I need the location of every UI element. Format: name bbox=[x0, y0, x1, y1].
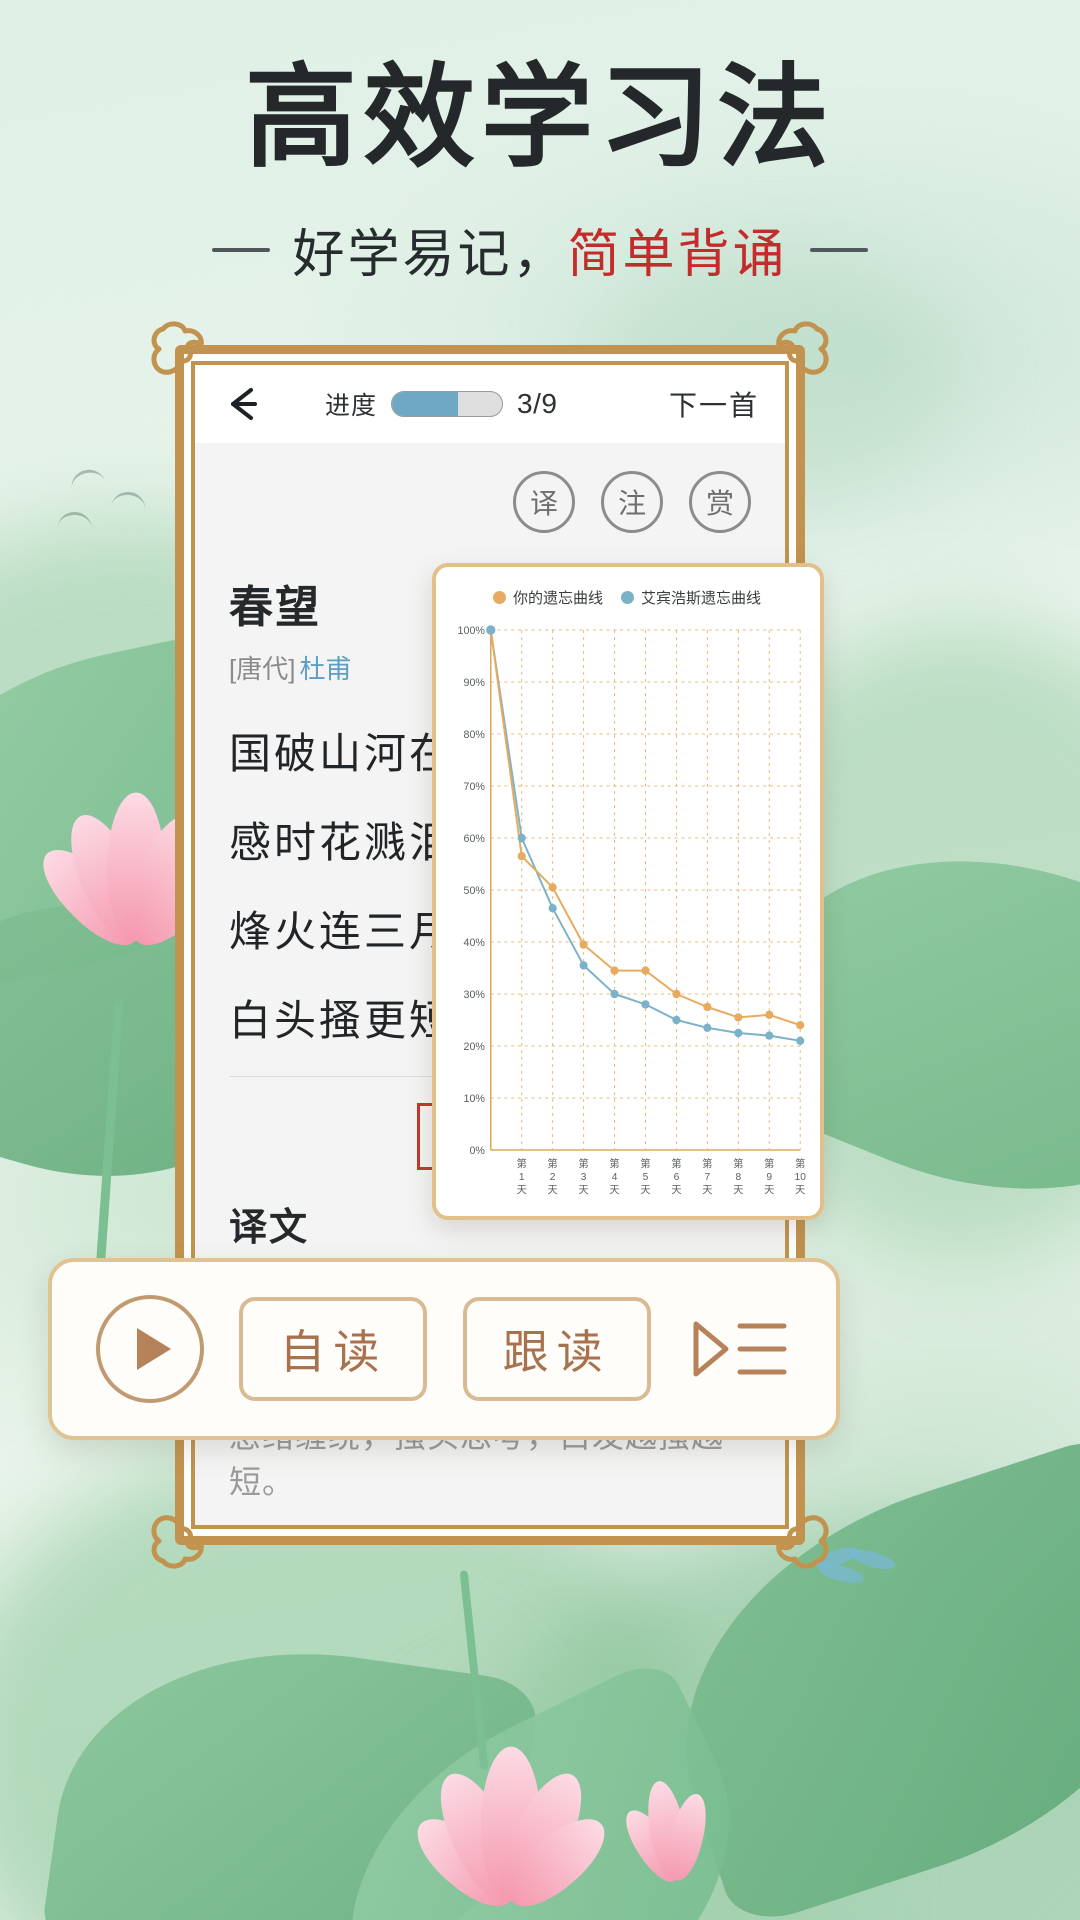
playlist-icon[interactable] bbox=[686, 1306, 792, 1392]
poem-author[interactable]: 杜甫 bbox=[299, 654, 351, 684]
x-axis-tick-label: 第4天 bbox=[609, 1157, 619, 1196]
bird-icon bbox=[68, 466, 106, 490]
x-axis-tick-label: 第2天 bbox=[548, 1157, 558, 1196]
y-axis-tick-label: 30% bbox=[464, 989, 486, 1001]
poem-dynasty: [唐代] bbox=[229, 654, 296, 684]
bird-icon bbox=[111, 490, 147, 510]
app-header: 进度 3/9 下一首 bbox=[195, 365, 785, 443]
y-axis-tick-label: 10% bbox=[464, 1093, 486, 1105]
legend-label: 你的遗忘曲线 bbox=[512, 590, 603, 607]
x-axis-tick-label: 第7天 bbox=[702, 1157, 712, 1196]
x-axis-tick-label: 第5天 bbox=[640, 1157, 650, 1196]
y-axis-tick-label: 100% bbox=[458, 625, 486, 637]
progress-bar-fill bbox=[392, 392, 459, 416]
y-axis-tick-label: 90% bbox=[464, 677, 486, 689]
background-wash bbox=[330, 1680, 850, 1920]
x-axis-tick-label: 第3天 bbox=[578, 1157, 588, 1196]
legend-dot-icon bbox=[492, 591, 506, 604]
lotus-leaf bbox=[39, 1619, 541, 1920]
y-axis-tick-label: 0% bbox=[469, 1145, 485, 1157]
x-axis-tick-label: 第1天 bbox=[517, 1157, 527, 1196]
y-axis-tick-label: 50% bbox=[464, 885, 486, 897]
progress-count: 3/9 bbox=[517, 388, 558, 419]
y-axis-tick-label: 70% bbox=[464, 781, 486, 793]
playback-control-bar: 自读 跟读 bbox=[48, 1258, 840, 1440]
back-arrow-icon[interactable] bbox=[221, 381, 267, 427]
next-poem-button[interactable]: 下一首 bbox=[669, 384, 759, 424]
y-axis-tick-label: 80% bbox=[464, 729, 486, 741]
annotation-circle-button[interactable]: 注 bbox=[601, 471, 663, 533]
self-read-button[interactable]: 自读 bbox=[239, 1297, 428, 1401]
forgetting-curve-chart-card: 你的遗忘曲线 艾宾浩斯遗忘曲线 0% 10% 20% 30% 40% 50% 60% 70% 8… bbox=[432, 563, 824, 1220]
lotus-flower bbox=[380, 1670, 619, 1920]
y-axis-tick-label: 40% bbox=[464, 937, 486, 949]
x-axis-tick-label: 第8天 bbox=[733, 1157, 743, 1196]
lotus-stem bbox=[93, 1000, 124, 1300]
lotus-flower bbox=[20, 740, 244, 959]
x-axis-tick-label: 第6天 bbox=[671, 1157, 681, 1196]
play-icon bbox=[137, 1328, 171, 1370]
lotus-leaf bbox=[285, 1653, 795, 1920]
background-wash bbox=[500, 1520, 1080, 1920]
bird-icon bbox=[57, 511, 93, 529]
subtitle-row: 好学易记，简单背诵 bbox=[0, 212, 1080, 287]
progress-bar bbox=[391, 391, 504, 417]
page-title: 高效学习法 bbox=[245, 52, 835, 183]
page-subtitle: 好学易记，简单背诵 bbox=[292, 212, 787, 287]
lotus-flower bbox=[590, 1740, 714, 1890]
rule-right bbox=[809, 247, 868, 252]
progress-label: 进度 bbox=[325, 392, 378, 420]
rule-left bbox=[212, 247, 271, 252]
chart-plot-area: 0% 10% 20% 30% 40% 50% 60% 70% 80% 90% 100% 第 1 天 第 2 天 第… bbox=[446, 618, 808, 1208]
x-axis-tick-label: 第 10 天 bbox=[795, 1157, 807, 1196]
y-axis-tick-label: 60% bbox=[464, 833, 486, 845]
x-axis-tick-label: 第9天 bbox=[764, 1157, 774, 1196]
translation-circle-button[interactable]: 译 bbox=[513, 471, 575, 533]
appreciation-circle-button[interactable]: 赏 bbox=[689, 471, 751, 533]
subtitle-highlight: 简单背诵 bbox=[567, 225, 788, 285]
legend-item-ebbinghaus-curve: 艾宾浩斯遗忘曲线 bbox=[621, 587, 761, 608]
legend-dot-icon bbox=[621, 591, 634, 604]
chart-legend: 你的遗忘曲线 艾宾浩斯遗忘曲线 bbox=[446, 581, 808, 618]
y-axis-tick-label: 20% bbox=[464, 1041, 486, 1053]
play-button[interactable] bbox=[96, 1295, 204, 1403]
round-button-row: 译 注 赏 bbox=[229, 471, 751, 533]
forgetting-curve-plot: 0% 10% 20% 30% 40% 50% 60% 70% 80% 90% 100% 第 1 天 第 2 天 第… bbox=[458, 625, 807, 1196]
progress-group: 进度 3/9 bbox=[325, 386, 557, 422]
legend-label: 艾宾浩斯遗忘曲线 bbox=[641, 590, 762, 607]
legend-item-your-curve: 你的遗忘曲线 bbox=[492, 587, 603, 608]
follow-read-button[interactable]: 跟读 bbox=[462, 1297, 651, 1401]
lotus-stem bbox=[459, 1570, 489, 1770]
subtitle-plain: 好学易记， bbox=[292, 225, 568, 285]
